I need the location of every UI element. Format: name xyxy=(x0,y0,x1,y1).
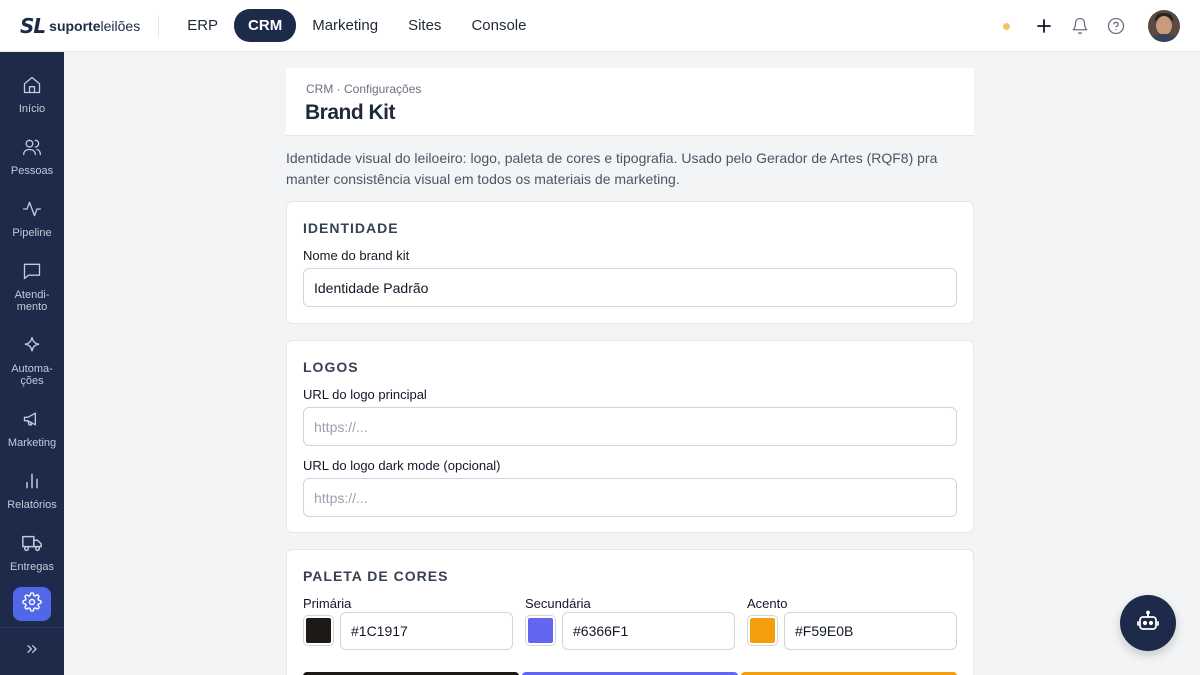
main-logo-url-label: URL do logo principal xyxy=(303,387,427,402)
sidebar-item-label: Marketing xyxy=(7,437,57,449)
users-icon xyxy=(21,136,43,158)
sidebar-item-label: Pipeline xyxy=(12,227,52,239)
color-accent-picker[interactable] xyxy=(747,615,778,646)
page-description: Identidade visual do leiloeiro: logo, pa… xyxy=(286,150,938,187)
page-title: Brand Kit xyxy=(305,101,396,124)
plus-icon[interactable] xyxy=(1034,16,1054,36)
color-secondary-hex-input[interactable] xyxy=(562,612,735,650)
sidebar-item-label: Automa- ções xyxy=(11,363,53,387)
color-primary-swatch xyxy=(306,618,331,643)
brand-kit-name-label: Nome do brand kit xyxy=(303,248,410,263)
home-icon xyxy=(21,74,43,96)
help-icon[interactable] xyxy=(1106,16,1126,36)
assistant-button[interactable] xyxy=(1120,595,1176,651)
sidebar-item-settings[interactable] xyxy=(13,587,51,621)
user-avatar[interactable] xyxy=(1148,10,1180,42)
sidebar-item-entregas[interactable]: Entregas xyxy=(0,532,64,573)
sidebar-item-marketing[interactable]: Marketing xyxy=(0,408,64,449)
breadcrumb: CRM · Configurações xyxy=(306,82,422,96)
color-primary-hex-input[interactable] xyxy=(340,612,513,650)
sidebar-item-pipeline[interactable]: Pipeline xyxy=(0,198,64,239)
sidebar: Início Pessoas Pipeline Atendi- mento Au… xyxy=(0,52,64,675)
color-primary-label: Primária xyxy=(303,596,352,611)
page-header: CRM · Configurações Brand Kit xyxy=(286,68,974,136)
top-nav: ERP CRM Marketing Sites Console xyxy=(173,9,540,42)
sidebar-item-automacoes[interactable]: Automa- ções xyxy=(0,334,64,387)
chevrons-right-icon xyxy=(24,641,40,662)
brand-logo[interactable]: SL suporte leilões xyxy=(20,0,140,52)
megaphone-icon xyxy=(21,408,43,430)
identity-card: IDENTIDADE Nome do brand kit xyxy=(286,201,974,324)
top-nav-sites[interactable]: Sites xyxy=(394,9,455,42)
palette-card: PALETA DE CORES Primária Secundária Acen… xyxy=(286,549,974,675)
sidebar-item-label: Entregas xyxy=(9,561,55,573)
sidebar-item-atendimento[interactable]: Atendi- mento xyxy=(0,260,64,313)
gear-icon xyxy=(22,591,42,617)
activity-icon xyxy=(21,198,43,220)
logo-text-light: leilões xyxy=(100,17,141,34)
top-bar: SL suporte leilões ERP CRM Marketing Sit… xyxy=(0,0,1200,52)
top-nav-console[interactable]: Console xyxy=(457,9,540,42)
color-secondary-label: Secundária xyxy=(525,596,591,611)
bell-icon[interactable] xyxy=(1070,16,1090,36)
dark-logo-url-input[interactable] xyxy=(303,478,957,517)
top-divider xyxy=(158,14,160,37)
logo-mark: SL xyxy=(20,13,46,38)
main-logo-url-input[interactable] xyxy=(303,407,957,446)
top-actions xyxy=(1003,0,1180,52)
avatar-shirt xyxy=(1150,34,1178,42)
color-secondary-swatch xyxy=(528,618,553,643)
logo-text-bold: suporte xyxy=(49,17,101,34)
sparkle-icon xyxy=(21,334,43,356)
sidebar-expand-button[interactable] xyxy=(0,627,64,675)
sidebar-item-label: Pessoas xyxy=(10,165,54,177)
top-nav-marketing[interactable]: Marketing xyxy=(298,9,392,42)
sidebar-item-label: Atendi- mento xyxy=(14,289,50,313)
status-dot xyxy=(1003,22,1010,30)
sidebar-item-pessoas[interactable]: Pessoas xyxy=(0,136,64,177)
sidebar-item-inicio[interactable]: Início xyxy=(0,74,64,115)
chat-icon xyxy=(21,260,43,282)
color-accent-hex-input[interactable] xyxy=(784,612,957,650)
bar-chart-icon xyxy=(21,470,43,492)
color-accent-label: Acento xyxy=(747,596,788,611)
brand-kit-name-input[interactable] xyxy=(303,268,957,307)
card-title: IDENTIDADE xyxy=(303,220,399,236)
color-primary-picker[interactable] xyxy=(303,615,334,646)
truck-icon xyxy=(21,532,43,554)
color-secondary-picker[interactable] xyxy=(525,615,556,646)
logos-card: LOGOS URL do logo principal URL do logo … xyxy=(286,340,974,533)
color-accent-swatch xyxy=(750,618,775,643)
avatar-face xyxy=(1156,16,1172,35)
sidebar-item-relatorios[interactable]: Relatórios xyxy=(0,470,64,511)
card-title: PALETA DE CORES xyxy=(303,568,449,584)
top-nav-erp[interactable]: ERP xyxy=(173,9,232,42)
sidebar-item-label: Início xyxy=(18,103,46,115)
sidebar-item-label: Relatórios xyxy=(7,499,57,511)
top-nav-crm[interactable]: CRM xyxy=(234,9,297,42)
robot-icon xyxy=(1136,609,1160,638)
card-title: LOGOS xyxy=(303,359,359,375)
dark-logo-url-label: URL do logo dark mode (opcional) xyxy=(303,458,501,473)
